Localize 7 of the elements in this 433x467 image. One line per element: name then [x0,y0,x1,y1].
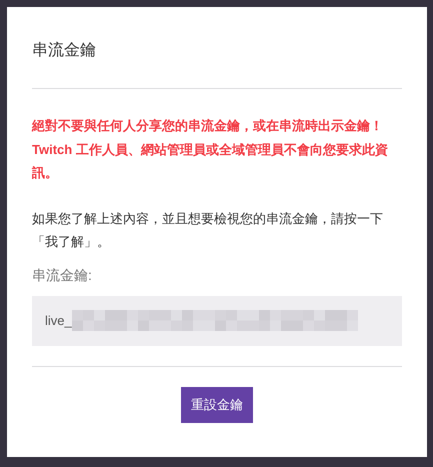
warning-text: 絕對不要與任何人分享您的串流金鑰，或在串流時出示金鑰！Twitch 工作人員、網站管理員或全域管理員不會向您要求此資訊。 [32,117,389,182]
instruction-text: 如果您了解上述內容，並且想要檢視您的串流金鑰，請按一下「我了解」。 [32,210,384,251]
reset-key-button[interactable]: 重設金鑰 [181,386,253,423]
dialog-title: 串流金鑰 [32,40,97,61]
field-value: live_ [45,312,72,330]
stream-key-field[interactable]: live_ [32,296,402,346]
field-label: 串流金鑰: [32,266,93,285]
